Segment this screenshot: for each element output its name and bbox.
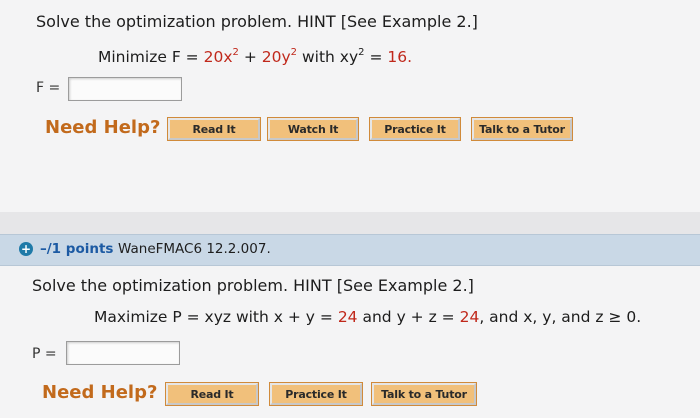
- q2-val1: 24: [337, 308, 358, 326]
- q2-prompt: Solve the optimization problem. HINT [Se…: [32, 276, 474, 295]
- q1-objective: Minimize F = 20x2 + 20y2 with xy2 = 16.: [98, 47, 412, 66]
- q1-answer-label: F =: [36, 80, 61, 96]
- q1-with-text: with xy2: [301, 47, 365, 66]
- q1-equals: =: [369, 48, 383, 66]
- q2-practice-it-button[interactable]: Practice It: [270, 383, 362, 405]
- q1-constraint-value: 16.: [387, 48, 413, 66]
- q2-answer-label: P =: [32, 346, 57, 362]
- q2-problem-code: WaneFMAC6 12.2.007.: [118, 241, 271, 257]
- q2-val2: 24: [459, 308, 480, 326]
- q1-answer-input[interactable]: [68, 77, 182, 101]
- question-1-panel: Solve the optimization problem. HINT [Se…: [0, 0, 700, 212]
- q1-need-help-label: Need Help?: [45, 117, 161, 138]
- q2-tail-text: , and x, y, and z ≥ 0.: [479, 308, 642, 326]
- q2-need-help-label: Need Help?: [42, 382, 158, 403]
- q1-plus: +: [243, 48, 257, 66]
- q1-term1: 20x2: [203, 47, 239, 66]
- q1-prompt: Solve the optimization problem. HINT [Se…: [36, 12, 478, 31]
- q2-talk-to-tutor-button[interactable]: Talk to a Tutor: [372, 383, 476, 405]
- expand-plus-icon[interactable]: +: [19, 242, 33, 256]
- q2-maximize-label: Maximize P = xyz with x + y =: [94, 308, 333, 326]
- q1-talk-to-tutor-button[interactable]: Talk to a Tutor: [472, 118, 572, 140]
- q1-read-it-button[interactable]: Read It: [168, 118, 260, 140]
- question-divider: [0, 212, 700, 234]
- q1-term2: 20y2: [261, 47, 298, 66]
- q1-watch-it-button[interactable]: Watch It: [268, 118, 358, 140]
- question-2-panel: Solve the optimization problem. HINT [Se…: [0, 266, 700, 418]
- q2-mid-text: and y + z =: [362, 308, 455, 326]
- q2-objective: Maximize P = xyz with x + y = 24 and y +…: [94, 308, 641, 326]
- q2-points: –/1 points: [40, 241, 114, 257]
- q2-read-it-button[interactable]: Read It: [166, 383, 258, 405]
- q1-practice-it-button[interactable]: Practice It: [370, 118, 460, 140]
- q1-minimize-label: Minimize F =: [98, 48, 199, 66]
- q2-answer-input[interactable]: [66, 341, 180, 365]
